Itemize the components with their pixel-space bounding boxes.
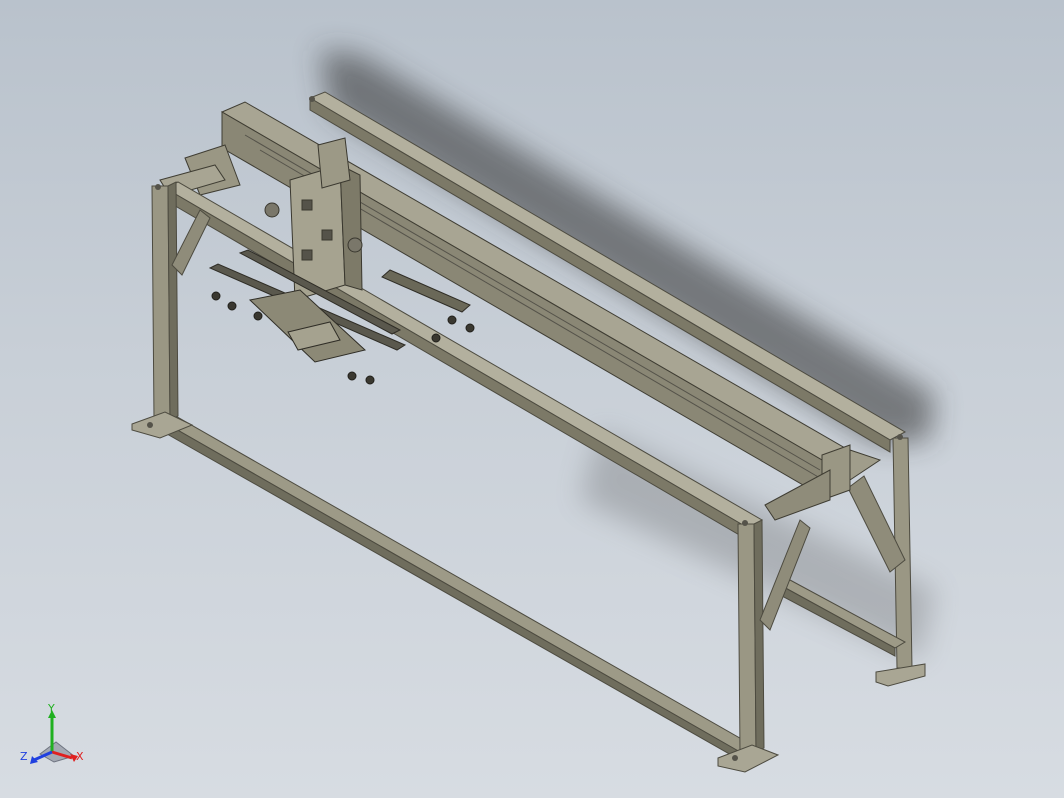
front-left-leg (131, 181, 211, 439)
rear-top-rail (308, 91, 907, 453)
cad-graphics-viewport[interactable]: Y X Z (0, 0, 1064, 798)
orientation-triad[interactable]: Y X Z (18, 702, 88, 772)
x-axis-label: X (76, 750, 84, 763)
gantry-model[interactable] (0, 0, 1064, 798)
z-axis-label: Z (20, 750, 28, 763)
y-axis-label: Y (47, 702, 55, 715)
